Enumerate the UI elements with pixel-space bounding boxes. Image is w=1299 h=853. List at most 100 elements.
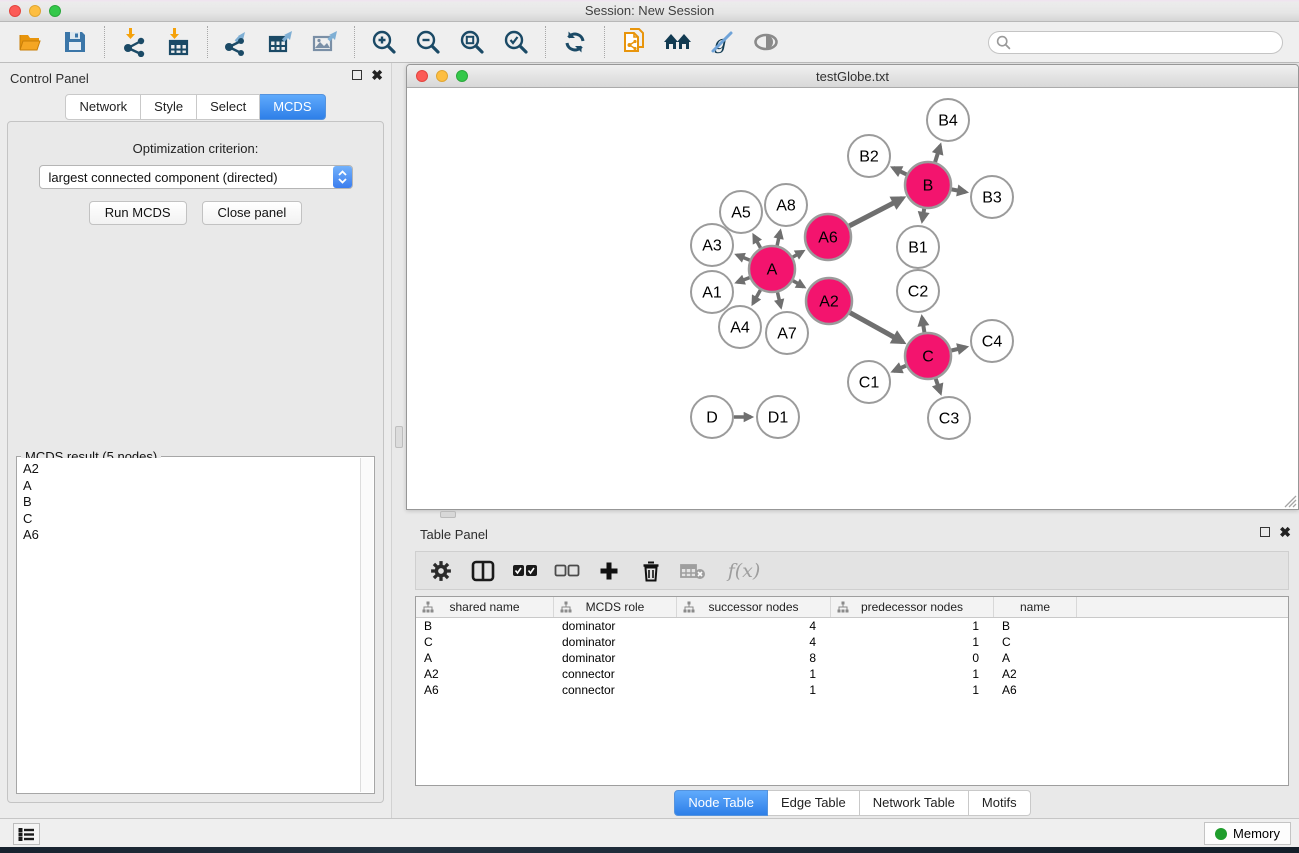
graph-node-B4[interactable]: B4 [927,99,969,141]
graph-edge-C-C1[interactable] [894,366,906,371]
graph-edge-B-B4[interactable] [935,146,940,162]
graph-node-A1[interactable]: A1 [691,271,733,313]
cell-name[interactable]: A [994,651,1077,665]
graph-edge-A-A2[interactable] [793,281,804,287]
graph-node-A4[interactable]: A4 [719,306,761,348]
network-canvas[interactable]: AA1A2A3A4A5A6A7A8BB1B2B3B4CC1C2C3C4DD1 [407,88,1298,509]
tab-motifs[interactable]: Motifs [969,790,1031,816]
run-mcds-button[interactable]: Run MCDS [89,201,187,225]
birdseye-view-button[interactable] [749,25,783,59]
function-builder-button[interactable]: f(x) [718,556,770,586]
graph-node-A5[interactable]: A5 [720,191,762,233]
column-header-shared-name[interactable]: shared name [416,597,554,617]
memory-button[interactable]: Memory [1204,822,1291,845]
toggle-graphics-details-button[interactable]: g [705,25,739,59]
graph-edge-A-A3[interactable] [737,255,750,260]
duplicate-network-button[interactable] [617,25,651,59]
tab-network[interactable]: Network [65,94,141,120]
cell-successor-nodes[interactable]: 4 [677,619,831,633]
refresh-button[interactable] [558,25,592,59]
cell-predecessor-nodes[interactable]: 0 [831,651,994,665]
cell-shared-name[interactable]: B [416,619,554,633]
tab-mcds[interactable]: MCDS [260,94,325,120]
cell-predecessor-nodes[interactable]: 1 [831,667,994,681]
column-header-successor-nodes[interactable]: successor nodes [677,597,831,617]
graph-node-A2[interactable]: A2 [806,278,852,324]
export-image-button[interactable] [308,25,342,59]
tab-select[interactable]: Select [197,94,260,120]
cell-successor-nodes[interactable]: 8 [677,651,831,665]
graph-node-B3[interactable]: B3 [971,176,1013,218]
delete-table-button[interactable] [676,556,710,586]
task-history-button[interactable] [13,823,40,845]
import-table-button[interactable] [161,25,195,59]
network-window-titlebar[interactable]: testGlobe.txt [407,65,1298,88]
cell-shared-name[interactable]: A2 [416,667,554,681]
cell-name[interactable]: A6 [994,683,1077,697]
graph-node-C3[interactable]: C3 [928,397,970,439]
cell-shared-name[interactable]: A [416,651,554,665]
table-settings-button[interactable] [424,556,458,586]
vertical-splitter[interactable] [391,63,406,818]
tab-edge-table[interactable]: Edge Table [768,790,860,816]
graph-node-D1[interactable]: D1 [757,396,799,438]
zoom-in-button[interactable] [367,25,401,59]
result-item[interactable]: A2 [23,461,355,478]
table-row[interactable]: C dominator 4 1 C [416,634,1288,650]
graph-node-B[interactable]: B [905,162,951,208]
result-item[interactable]: B [23,494,355,511]
cell-mcds-role[interactable]: dominator [554,619,677,633]
cell-predecessor-nodes[interactable]: 1 [831,683,994,697]
cell-name[interactable]: B [994,619,1077,633]
column-header-name[interactable]: name [994,597,1077,617]
graph-node-C1[interactable]: C1 [848,361,890,403]
graph-node-C2[interactable]: C2 [897,270,939,312]
window-resize-grip[interactable] [1282,493,1297,508]
graph-edge-C-C3[interactable] [936,379,941,393]
open-file-button[interactable] [14,25,48,59]
tab-node-table[interactable]: Node Table [674,790,768,816]
graph-edge-A-A1[interactable] [737,278,749,283]
delete-column-button[interactable] [634,556,668,586]
graph-node-A7[interactable]: A7 [766,312,808,354]
float-panel-icon[interactable] [352,70,362,80]
cell-successor-nodes[interactable]: 1 [677,683,831,697]
column-header-predecessor-nodes[interactable]: predecessor nodes [831,597,994,617]
zoom-selected-button[interactable] [499,25,533,59]
graph-edge-C-C4[interactable] [951,347,965,350]
table-row[interactable]: A dominator 8 0 A [416,650,1288,666]
select-all-columns-button[interactable] [508,556,542,586]
home-button[interactable] [661,25,695,59]
add-column-button[interactable] [592,556,626,586]
close-panel-button[interactable]: Close panel [202,201,303,225]
cell-shared-name[interactable]: C [416,635,554,649]
graph-edge-A-A8[interactable] [777,231,780,245]
graph-node-C[interactable]: C [905,333,951,379]
tab-style[interactable]: Style [141,94,197,120]
deselect-all-columns-button[interactable] [550,556,584,586]
cell-mcds-role[interactable]: connector [554,667,677,681]
table-row[interactable]: A2 connector 1 1 A2 [416,666,1288,682]
graph-edge-C-C2[interactable] [922,318,924,333]
cell-mcds-role[interactable]: dominator [554,651,677,665]
export-network-button[interactable] [220,25,254,59]
graph-edge-B-B1[interactable] [922,209,924,221]
graph-edge-A-A4[interactable] [753,290,760,303]
cell-name[interactable]: C [994,635,1077,649]
graph-edge-B-B2[interactable] [893,168,906,175]
graph-edge-A-A5[interactable] [754,236,761,248]
zoom-fit-button[interactable] [455,25,489,59]
table-row[interactable]: A6 connector 1 1 A6 [416,682,1288,698]
graph-node-A[interactable]: A [749,246,795,292]
cell-shared-name[interactable]: A6 [416,683,554,697]
float-table-panel-icon[interactable] [1260,527,1270,537]
mcds-result-list[interactable]: A2 A B C A6 [18,458,360,792]
cell-successor-nodes[interactable]: 1 [677,667,831,681]
column-header-mcds-role[interactable]: MCDS role [554,597,677,617]
close-table-panel-icon[interactable]: ✖ [1279,527,1291,537]
graph-node-B1[interactable]: B1 [897,226,939,268]
cell-mcds-role[interactable]: connector [554,683,677,697]
result-item[interactable]: C [23,511,355,528]
horizontal-splitter[interactable] [440,511,456,518]
graph-node-B2[interactable]: B2 [848,135,890,177]
